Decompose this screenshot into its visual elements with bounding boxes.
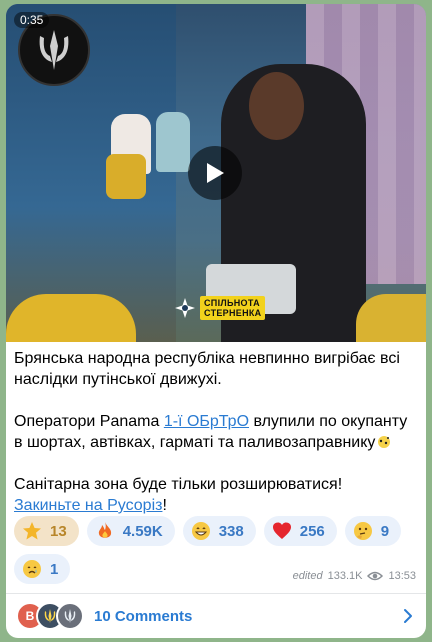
message-text: Брянська народна республіка невпинно виг… <box>14 348 419 516</box>
play-button[interactable] <box>188 146 242 200</box>
watermark-line: СПІЛЬНОТА <box>204 298 260 308</box>
paragraph-text: ! <box>162 497 167 514</box>
message-meta: edited 133.1K 13:53 <box>293 570 416 582</box>
reaction-count: 13 <box>50 522 67 540</box>
watermark-text: СПІЛЬНОТА СТЕРНЕНКА <box>200 296 266 320</box>
video-chair <box>6 294 136 342</box>
trident-icon <box>44 609 56 623</box>
video-duration-badge: 0:35 <box>14 12 50 28</box>
avatar-letter: B <box>25 609 35 623</box>
paragraph-text: Брянська народна республіка невпинно виг… <box>14 350 400 388</box>
comments-label: 10 Comments <box>94 607 193 625</box>
heart-icon <box>272 521 292 541</box>
reaction-heart[interactable]: 256 <box>263 516 337 546</box>
reaction-count: 9 <box>380 522 390 540</box>
reaction-count: 4.59K <box>122 522 163 540</box>
video-person-background <box>156 112 190 172</box>
watermark-line: СТЕРНЕНКА <box>204 308 262 318</box>
reaction-fire[interactable]: 4.59K <box>86 516 175 546</box>
eye-icon <box>367 571 384 581</box>
crying-face-icon <box>22 559 42 579</box>
edited-label: edited <box>292 570 323 582</box>
comments-button[interactable]: B 10 Comments <box>6 594 426 638</box>
message-paragraph: Оператори Panama 1-ї ОБрТрО влупили по о… <box>14 411 419 453</box>
unit-link[interactable]: 1-ї ОБрТрО <box>164 413 249 430</box>
video-chair <box>356 294 426 342</box>
view-count: 133.1K <box>327 570 363 582</box>
star-emblem-icon <box>175 298 195 318</box>
message-paragraph: Санітарна зона буде тільки розширюватися… <box>14 474 419 516</box>
message-time: 13:53 <box>388 570 416 582</box>
trident-logo-icon <box>39 30 69 70</box>
video-player[interactable]: 0:35 СПІЛЬНОТА СТЕРНЕНКА <box>6 4 426 342</box>
reaction-count: 338 <box>218 522 244 540</box>
grin-face-icon <box>191 521 211 541</box>
rusoriz-link[interactable]: Закиньте на Русоріз <box>14 497 162 514</box>
avatar <box>56 602 84 630</box>
paragraph-text: Санітарна зона буде тільки розширюватися… <box>14 476 343 493</box>
video-chair <box>106 154 146 199</box>
reaction-thinking[interactable]: 9 <box>344 516 402 546</box>
play-icon <box>207 163 224 183</box>
reaction-count: 1 <box>50 560 59 578</box>
chevron-right-icon <box>404 609 412 623</box>
paragraph-text: Оператори Panama <box>14 413 164 430</box>
fire-icon <box>95 521 115 541</box>
reaction-star[interactable]: 13 <box>14 516 79 546</box>
message-paragraph: Брянська народна республіка невпинно виг… <box>14 348 419 390</box>
video-watermark: СПІЛЬНОТА СТЕРНЕНКА <box>174 296 266 320</box>
video-head <box>249 72 304 140</box>
commenter-avatars: B <box>16 602 86 630</box>
reaction-grin[interactable]: 338 <box>182 516 256 546</box>
reaction-count: 256 <box>299 522 325 540</box>
explosion-emoji-icon <box>378 436 391 448</box>
thinking-face-icon <box>353 521 373 541</box>
reaction-cry[interactable]: 1 <box>14 554 71 584</box>
message-bubble: 0:35 СПІЛЬНОТА СТЕРНЕНКА Брянська народн… <box>6 4 426 638</box>
star-icon <box>22 521 42 541</box>
trident-icon <box>64 609 76 623</box>
